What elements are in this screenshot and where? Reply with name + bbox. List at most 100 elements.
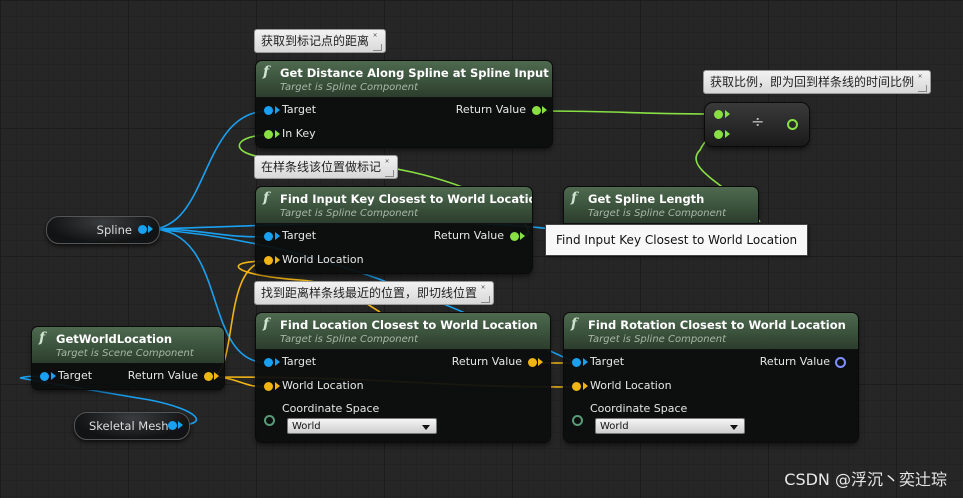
pin-arrow-icon xyxy=(275,382,280,390)
function-icon: f xyxy=(263,64,270,80)
pin-label-world-location: World Location xyxy=(282,253,364,266)
variable-label: Skeletal Mesh xyxy=(89,419,169,433)
pin-arrow-icon xyxy=(51,372,56,380)
target-pin[interactable] xyxy=(40,372,49,381)
divide-operator-icon: ÷ xyxy=(751,112,765,131)
pin-arrow-icon xyxy=(178,421,183,429)
pin-arrow-icon xyxy=(538,358,543,366)
spline-output-pin[interactable] xyxy=(138,225,147,234)
comment-text: 获取到标记点的距离 xyxy=(261,34,370,48)
function-icon: f xyxy=(263,190,270,206)
pin-label-target: Target xyxy=(590,355,625,368)
node-subtitle: Target is Spline Component xyxy=(588,334,727,345)
variable-label: Spline xyxy=(96,223,132,237)
node-subtitle: Target is Spline Component xyxy=(280,334,419,345)
comment-corner-icon xyxy=(373,44,383,51)
pin-arrow-icon xyxy=(275,106,280,114)
comment-ratio[interactable]: 获取比例，即为回到样条线的时间比例 ✕ xyxy=(703,70,932,94)
pin-arrow-icon xyxy=(725,110,730,118)
watermark: CSDN @浮沉丶奕辻琮 xyxy=(784,470,947,489)
function-icon: f xyxy=(571,316,578,332)
wire-spline-to-getdistance-target xyxy=(149,110,269,230)
node-subtitle: Target is Spline Component xyxy=(280,208,419,219)
target-pin[interactable] xyxy=(264,232,273,241)
pin-label-return-value: Return Value xyxy=(759,355,830,368)
world-location-pin[interactable] xyxy=(264,382,273,391)
return-value-pin[interactable] xyxy=(835,357,846,368)
pin-label-target: Target xyxy=(282,229,317,242)
node-find-location-closest[interactable]: f Find Location Closest to World Locatio… xyxy=(256,313,550,442)
node-header[interactable]: f Find Rotation Closest to World Locatio… xyxy=(564,313,858,350)
node-title: Get Spline Length xyxy=(588,192,705,206)
node-header[interactable]: f Find Location Closest to World Locatio… xyxy=(256,313,550,350)
node-find-input-key[interactable]: f Find Input Key Closest to World Locati… xyxy=(256,187,532,273)
comment-mark[interactable]: 在样条线该位置做标记 ✕ xyxy=(254,155,399,179)
node-header[interactable]: f Get Distance Along Spline at Spline In… xyxy=(256,61,552,98)
pin-label-target: Target xyxy=(282,103,317,116)
target-pin[interactable] xyxy=(264,106,273,115)
return-value-pin[interactable] xyxy=(204,372,213,381)
variable-spline[interactable]: Spline xyxy=(46,216,160,244)
world-location-pin[interactable] xyxy=(264,256,273,265)
pin-arrow-icon xyxy=(275,358,280,366)
pin-comment-icon[interactable]: ✕ xyxy=(481,283,490,292)
pin-label-in-key: In Key xyxy=(282,127,316,140)
coordinate-space-dropdown[interactable]: World xyxy=(595,418,745,434)
node-title: Find Rotation Closest to World Location xyxy=(588,318,846,332)
comment-text: 获取比例，即为回到样条线的时间比例 xyxy=(710,75,915,89)
chevron-down-icon xyxy=(730,425,738,430)
node-header[interactable]: f Find Input Key Closest to World Locati… xyxy=(256,187,532,224)
function-icon: f xyxy=(39,330,46,346)
function-icon: f xyxy=(263,316,270,332)
world-location-pin[interactable] xyxy=(572,382,581,391)
target-pin[interactable] xyxy=(572,358,581,367)
comment-corner-icon xyxy=(385,170,395,177)
coordinate-space-pin[interactable] xyxy=(264,415,275,426)
pin-arrow-icon xyxy=(583,358,588,366)
target-pin[interactable] xyxy=(264,358,273,367)
in-key-pin[interactable] xyxy=(264,130,273,139)
comment-nearest[interactable]: 找到距离样条线最近的位置，即切线位置 ✕ xyxy=(254,281,495,305)
chevron-down-icon xyxy=(422,425,430,430)
pin-comment-icon[interactable]: ✕ xyxy=(918,72,927,81)
pin-comment-icon[interactable]: ✕ xyxy=(373,31,382,40)
comment-distance[interactable]: 获取到标记点的距离 ✕ xyxy=(254,29,387,53)
node-get-distance-along-spline[interactable]: f Get Distance Along Spline at Spline In… xyxy=(256,61,552,147)
coordinate-space-dropdown[interactable]: World xyxy=(287,418,437,434)
node-header[interactable]: f Get Spline Length Target is Spline Com… xyxy=(564,187,758,224)
pin-label-return-value: Return Value xyxy=(433,229,504,242)
coordinate-space-pin[interactable] xyxy=(572,415,583,426)
node-divide[interactable]: ÷ xyxy=(705,103,809,146)
node-find-rotation-closest[interactable]: f Find Rotation Closest to World Locatio… xyxy=(564,313,858,442)
pin-comment-icon[interactable]: ✕ xyxy=(385,157,394,166)
pin-arrow-icon xyxy=(275,232,280,240)
pin-label-target: Target xyxy=(282,355,317,368)
comment-text: 在样条线该位置做标记 xyxy=(261,160,382,174)
skeletal-mesh-output-pin[interactable] xyxy=(168,421,177,430)
pin-arrow-icon xyxy=(520,232,525,240)
node-title: Find Location Closest to World Location xyxy=(280,318,538,332)
pin-label-return-value: Return Value xyxy=(455,103,526,116)
wire-distance-to-divide xyxy=(539,110,719,115)
node-title: GetWorldLocation xyxy=(56,332,173,346)
variable-skeletal-mesh[interactable]: Skeletal Mesh xyxy=(74,412,190,440)
node-get-world-location[interactable]: f GetWorldLocation Target is Scene Compo… xyxy=(32,327,224,389)
divisor-pin[interactable] xyxy=(714,130,723,139)
pin-label-return-value: Return Value xyxy=(451,355,522,368)
return-value-pin[interactable] xyxy=(528,358,537,367)
pin-arrow-icon xyxy=(148,225,153,233)
return-value-pin[interactable] xyxy=(510,232,519,241)
function-icon: f xyxy=(571,190,578,206)
node-subtitle: Target is Spline Component xyxy=(280,82,419,93)
dividend-pin[interactable] xyxy=(714,110,723,119)
node-subtitle: Target is Scene Component xyxy=(56,348,194,359)
pin-label-return-value: Return Value xyxy=(127,369,198,382)
node-header[interactable]: f GetWorldLocation Target is Scene Compo… xyxy=(32,327,224,364)
pin-arrow-icon xyxy=(542,106,547,114)
divide-result-pin[interactable] xyxy=(787,119,798,130)
pin-label-coordinate-space: Coordinate Space xyxy=(590,402,688,415)
comment-corner-icon xyxy=(481,296,491,303)
dropdown-value: World xyxy=(292,421,321,432)
return-value-pin[interactable] xyxy=(532,106,541,115)
comment-text: 找到距离样条线最近的位置，即切线位置 xyxy=(261,286,478,300)
